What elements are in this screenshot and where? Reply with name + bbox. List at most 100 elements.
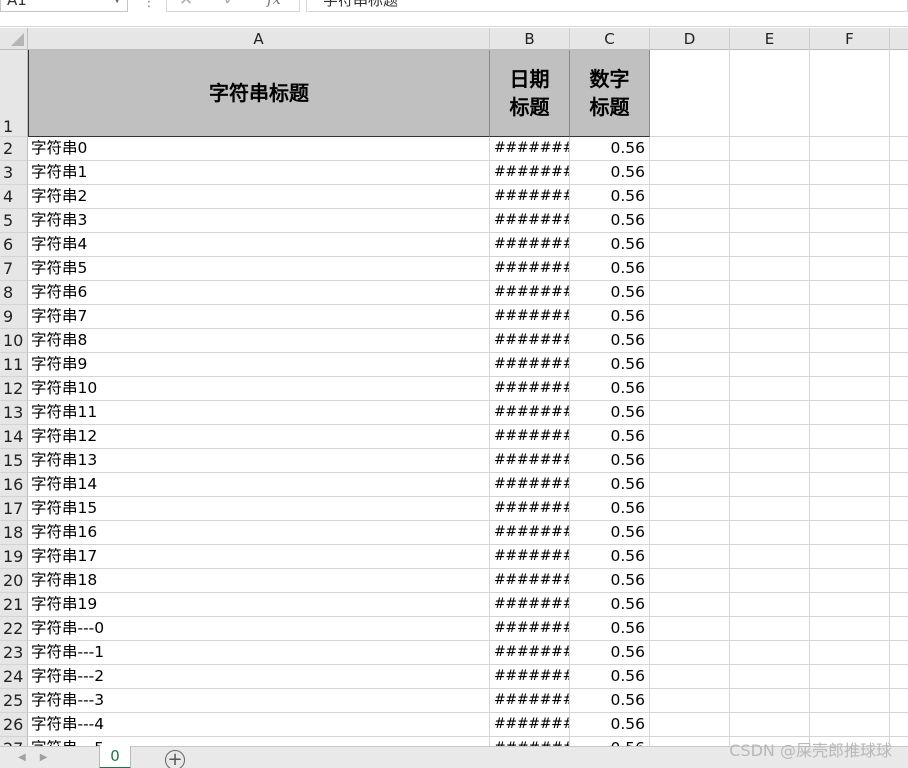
empty-cell[interactable]: [890, 137, 908, 161]
cell-b[interactable]: ########: [490, 353, 570, 377]
row-header[interactable]: 12: [0, 377, 28, 401]
empty-cell[interactable]: [810, 617, 890, 641]
empty-cell[interactable]: [730, 233, 810, 257]
formula-input[interactable]: 字符串标题: [306, 0, 908, 12]
cell-b[interactable]: ########: [490, 377, 570, 401]
cell-c[interactable]: 0.56: [570, 305, 650, 329]
empty-cell[interactable]: [810, 257, 890, 281]
empty-cell[interactable]: [730, 665, 810, 689]
empty-cell[interactable]: [810, 689, 890, 713]
empty-cell[interactable]: [650, 665, 730, 689]
empty-cell[interactable]: [730, 137, 810, 161]
empty-cell[interactable]: [890, 617, 908, 641]
empty-cell[interactable]: [890, 353, 908, 377]
empty-cell[interactable]: [650, 185, 730, 209]
cell-b[interactable]: ########: [490, 401, 570, 425]
cell-c[interactable]: 0.56: [570, 185, 650, 209]
empty-cell[interactable]: [650, 689, 730, 713]
empty-cell[interactable]: [730, 617, 810, 641]
empty-cell[interactable]: [810, 713, 890, 737]
cell-c[interactable]: 0.56: [570, 425, 650, 449]
row-header[interactable]: 20: [0, 569, 28, 593]
empty-cell[interactable]: [810, 50, 890, 137]
column-header-next[interactable]: [890, 28, 908, 50]
fx-icon[interactable]: fx: [267, 0, 281, 8]
header-cell-c[interactable]: 数字 标题: [570, 50, 650, 137]
empty-cell[interactable]: [890, 50, 908, 137]
empty-cell[interactable]: [650, 233, 730, 257]
cell-c[interactable]: 0.56: [570, 209, 650, 233]
empty-cell[interactable]: [810, 521, 890, 545]
cell-a[interactable]: 字符串6: [28, 281, 490, 305]
cell-c[interactable]: 0.56: [570, 473, 650, 497]
column-header-e[interactable]: E: [730, 28, 810, 50]
empty-cell[interactable]: [890, 665, 908, 689]
row-header[interactable]: 24: [0, 665, 28, 689]
cell-b[interactable]: ########: [490, 569, 570, 593]
empty-cell[interactable]: [650, 209, 730, 233]
empty-cell[interactable]: [650, 449, 730, 473]
empty-cell[interactable]: [890, 713, 908, 737]
cell-b[interactable]: ########: [490, 185, 570, 209]
empty-cell[interactable]: [890, 473, 908, 497]
cell-c[interactable]: 0.56: [570, 401, 650, 425]
cell-c[interactable]: 0.56: [570, 137, 650, 161]
empty-cell[interactable]: [810, 665, 890, 689]
cell-a[interactable]: 字符串---1: [28, 641, 490, 665]
empty-cell[interactable]: [890, 233, 908, 257]
cell-a[interactable]: 字符串---2: [28, 665, 490, 689]
row-header[interactable]: 16: [0, 473, 28, 497]
cell-c[interactable]: 0.56: [570, 665, 650, 689]
cell-b[interactable]: ########: [490, 425, 570, 449]
empty-cell[interactable]: [730, 713, 810, 737]
column-header-f[interactable]: F: [810, 28, 890, 50]
column-header-b[interactable]: B: [490, 28, 570, 50]
add-sheet-button[interactable]: +: [165, 750, 185, 768]
empty-cell[interactable]: [810, 329, 890, 353]
empty-cell[interactable]: [650, 305, 730, 329]
cell-a[interactable]: 字符串11: [28, 401, 490, 425]
empty-cell[interactable]: [650, 617, 730, 641]
sheet-nav-arrows-icon[interactable]: ◀▶: [18, 752, 61, 763]
cell-a[interactable]: 字符串---3: [28, 689, 490, 713]
cell-b[interactable]: ########: [490, 665, 570, 689]
empty-cell[interactable]: [810, 137, 890, 161]
cancel-icon[interactable]: ✕: [179, 0, 193, 10]
empty-cell[interactable]: [650, 401, 730, 425]
empty-cell[interactable]: [730, 425, 810, 449]
empty-cell[interactable]: [650, 281, 730, 305]
cell-b[interactable]: ########: [490, 281, 570, 305]
cell-c[interactable]: 0.56: [570, 689, 650, 713]
row-header[interactable]: 8: [0, 281, 28, 305]
cell-a[interactable]: 字符串4: [28, 233, 490, 257]
cell-c[interactable]: 0.56: [570, 377, 650, 401]
header-cell-a[interactable]: 字符串标题: [28, 50, 490, 137]
empty-cell[interactable]: [810, 281, 890, 305]
empty-cell[interactable]: [650, 521, 730, 545]
row-header[interactable]: 14: [0, 425, 28, 449]
cell-a[interactable]: 字符串7: [28, 305, 490, 329]
header-cell-b[interactable]: 日期 标题: [490, 50, 570, 137]
empty-cell[interactable]: [890, 377, 908, 401]
cell-a[interactable]: 字符串---5: [28, 737, 490, 746]
row-header[interactable]: 22: [0, 617, 28, 641]
cell-c[interactable]: 0.56: [570, 281, 650, 305]
cell-b[interactable]: ########: [490, 209, 570, 233]
cell-b[interactable]: ########: [490, 641, 570, 665]
cell-a[interactable]: 字符串---0: [28, 617, 490, 641]
empty-cell[interactable]: [650, 593, 730, 617]
row-header[interactable]: 27: [0, 737, 28, 746]
empty-cell[interactable]: [890, 425, 908, 449]
empty-cell[interactable]: [730, 521, 810, 545]
empty-cell[interactable]: [810, 569, 890, 593]
row-header[interactable]: 9: [0, 305, 28, 329]
cell-a[interactable]: 字符串19: [28, 593, 490, 617]
empty-cell[interactable]: [730, 50, 810, 137]
empty-cell[interactable]: [890, 689, 908, 713]
column-header-a[interactable]: A: [28, 28, 490, 50]
check-icon[interactable]: ✓: [223, 0, 237, 10]
empty-cell[interactable]: [890, 641, 908, 665]
cell-c[interactable]: 0.56: [570, 497, 650, 521]
empty-cell[interactable]: [890, 449, 908, 473]
cell-a[interactable]: 字符串13: [28, 449, 490, 473]
